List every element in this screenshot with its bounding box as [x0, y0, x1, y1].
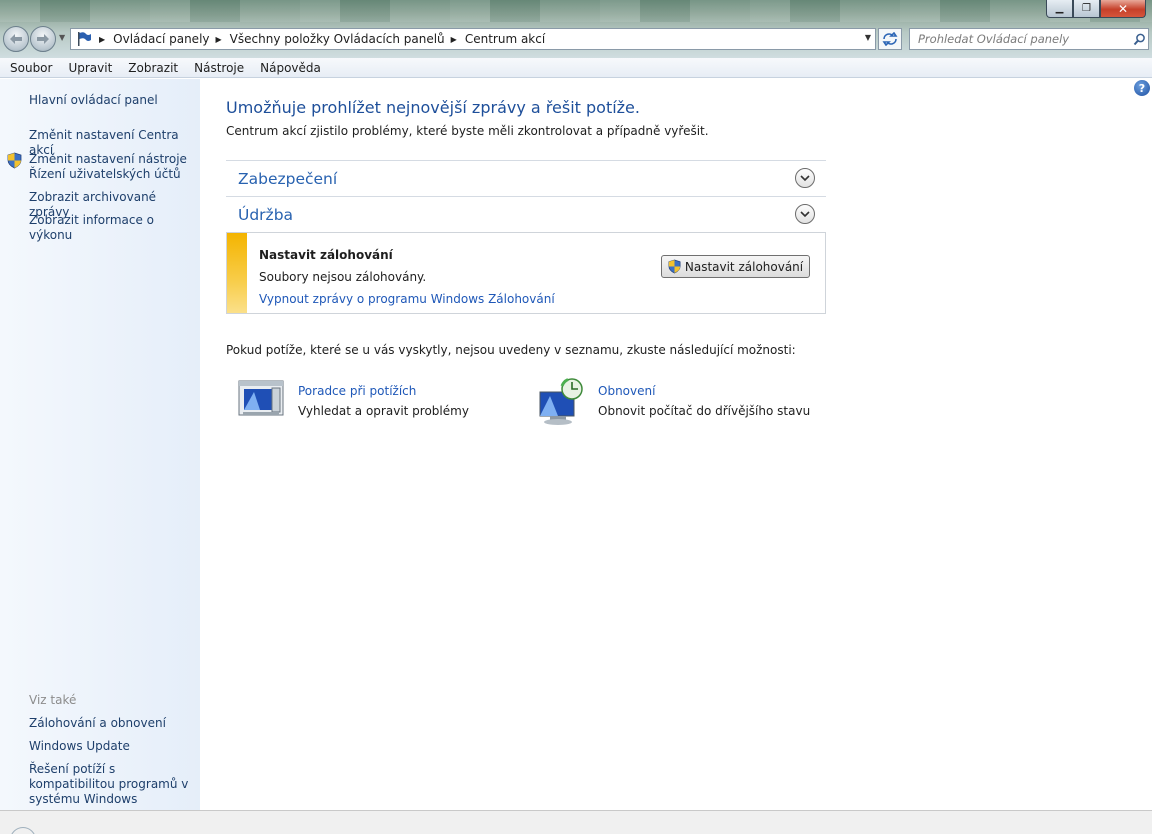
message-text: Soubory nejsou zálohovány. [259, 270, 427, 284]
breadcrumb-arrow-icon[interactable]: ▶ [99, 35, 105, 44]
search-box [909, 28, 1149, 50]
expand-chevron-icon[interactable] [795, 204, 815, 224]
section-security[interactable]: Zabezpečení [226, 160, 826, 196]
forward-arrow-icon [37, 34, 49, 44]
troubleshooting-desc: Vyhledat a opravit problémy [298, 404, 469, 418]
expand-chevron-icon[interactable] [795, 168, 815, 188]
window-frame: ▁ ❐ ✕ ▼ ▶ Ovládací panely ▶ Všechny polo… [0, 0, 1152, 58]
uac-shield-icon [668, 259, 681, 274]
maximize-button[interactable]: ❐ [1073, 0, 1100, 18]
refresh-button[interactable] [878, 28, 902, 50]
breadcrumb-action-center[interactable]: Centrum akcí [465, 32, 545, 46]
page-subtext: Centrum akcí zjistilo problémy, které by… [226, 124, 709, 138]
set-up-backup-button[interactable]: Nastavit zálohování [661, 255, 810, 278]
menu-bar: Soubor Upravit Zobrazit Nástroje Nápověd… [0, 58, 1152, 78]
sidebar-view-performance-info-link[interactable]: Zobrazit informace o výkonu [29, 213, 200, 243]
minimize-button[interactable]: ▁ [1046, 0, 1073, 18]
breadcrumb-control-panel[interactable]: Ovládací panely [113, 32, 209, 46]
task-pane: Hlavní ovládací panel Změnit nastavení C… [0, 79, 200, 810]
close-button[interactable]: ✕ [1100, 0, 1146, 18]
section-maintenance[interactable]: Údržba [226, 196, 826, 232]
not-listed-hint: Pokud potíže, které se u vás vyskytly, n… [226, 343, 796, 357]
breadcrumb-all-items[interactable]: Všechny položky Ovládacích panelů [230, 32, 445, 46]
uac-shield-icon [7, 152, 22, 172]
back-arrow-icon [10, 34, 22, 44]
page-heading: Umožňuje prohlížet nejnovější zprávy a ř… [226, 98, 640, 117]
status-bar [0, 810, 1152, 834]
see-also-backup-restore-link[interactable]: Zálohování a obnovení [29, 716, 166, 731]
warning-severity-stripe [227, 233, 247, 313]
see-also-windows-update-link[interactable]: Windows Update [29, 739, 130, 754]
turn-off-backup-messages-link[interactable]: Vypnout zprávy o programu Windows Záloho… [259, 292, 555, 306]
system-restore-icon [538, 378, 588, 429]
breadcrumb-arrow-icon[interactable]: ▶ [451, 35, 457, 44]
address-bar[interactable]: ▶ Ovládací panely ▶ Všechny položky Ovlá… [70, 28, 876, 50]
menu-view[interactable]: Zobrazit [120, 61, 186, 75]
status-bar-icon [10, 827, 36, 834]
navigation-bar: ▼ ▶ Ovládací panely ▶ Všechny položky Ov… [0, 24, 1152, 54]
section-maintenance-title[interactable]: Údržba [238, 206, 293, 224]
menu-tools[interactable]: Nástroje [186, 61, 252, 75]
caption-buttons: ▁ ❐ ✕ [1046, 0, 1146, 18]
recovery-desc: Obnovit počítač do dřívějšího stavu [598, 404, 811, 418]
message-title: Nastavit zálohování [259, 248, 393, 262]
sidebar-change-uac-settings-link[interactable]: Změnit nastavení nástroje Řízení uživate… [29, 152, 189, 182]
menu-file[interactable]: Soubor [2, 61, 60, 75]
search-input[interactable] [910, 30, 1130, 48]
set-up-backup-button-label: Nastavit zálohování [684, 259, 804, 274]
forward-button[interactable] [30, 26, 56, 52]
recent-pages-dropdown-icon[interactable]: ▼ [59, 33, 65, 42]
section-security-title[interactable]: Zabezpečení [238, 170, 337, 188]
recovery-link[interactable]: Obnovení [598, 384, 655, 398]
sidebar-control-panel-home-link[interactable]: Hlavní ovládací panel [29, 93, 158, 108]
search-icon[interactable] [1130, 33, 1148, 46]
see-also-label: Viz také [29, 693, 77, 707]
troubleshooting-link[interactable]: Poradce při potížích [298, 384, 416, 398]
help-icon[interactable]: ? [1134, 80, 1150, 96]
back-button[interactable] [3, 26, 29, 52]
action-center-flag-icon [75, 31, 93, 47]
see-also-compatibility-troubleshooter-link[interactable]: Řešení potíží s kompatibilitou programů … [29, 762, 199, 807]
breadcrumb-arrow-icon[interactable]: ▶ [216, 35, 222, 44]
address-history-dropdown-icon[interactable]: ▼ [865, 33, 871, 42]
refresh-icon [882, 32, 898, 46]
troubleshoot-icon [238, 378, 284, 421]
menu-help[interactable]: Nápověda [252, 61, 329, 75]
menu-edit[interactable]: Upravit [60, 61, 120, 75]
main-content: ? Umožňuje prohlížet nejnovější zprávy a… [200, 79, 1152, 810]
backup-message: Nastavit zálohování Soubory nejsou záloh… [226, 232, 826, 314]
